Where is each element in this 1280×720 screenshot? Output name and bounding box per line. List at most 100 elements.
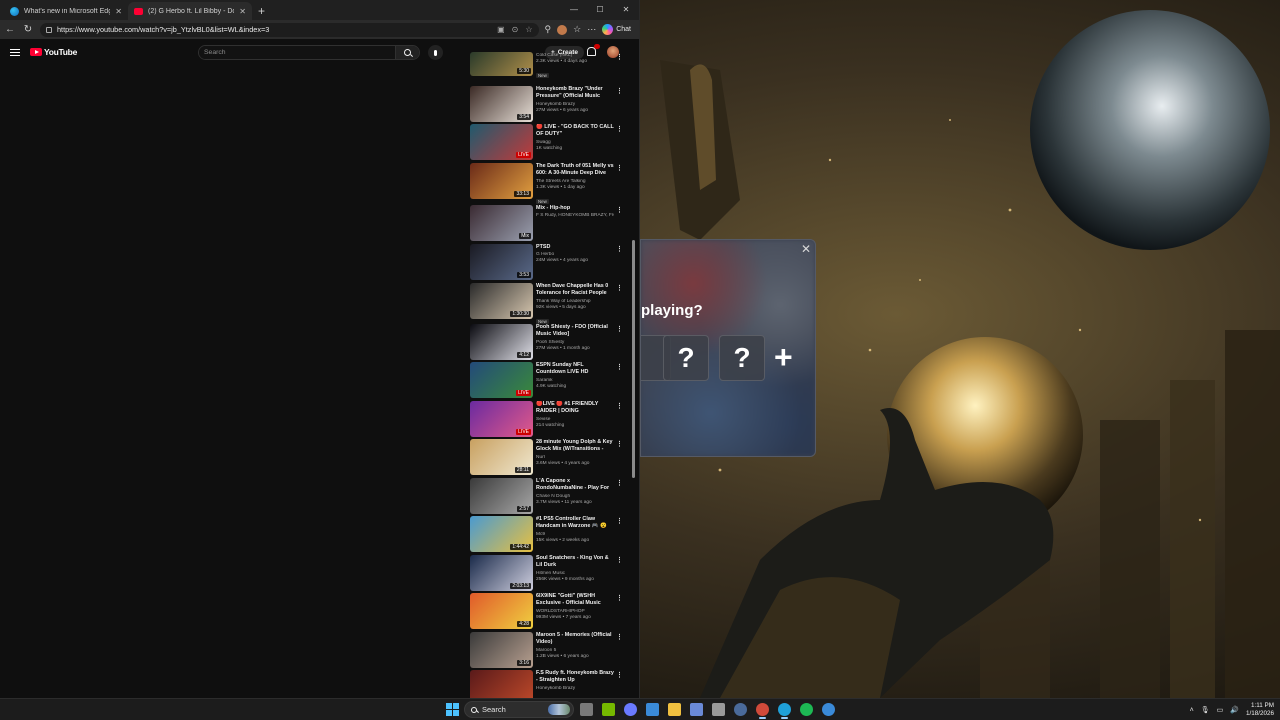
channel-name[interactable]: G Herbo — [536, 252, 614, 257]
video-thumbnail[interactable]: 1:44:42 — [470, 516, 533, 552]
recommendation-item[interactable]: 4:12 Pooh Shiesty - FDO [Official Music V… — [470, 324, 628, 360]
video-thumbnail[interactable]: 33:13 — [470, 163, 533, 199]
video-title[interactable]: PTSD — [536, 244, 614, 251]
video-title[interactable]: Soul Snatchers - King Von & Lil Durk — [536, 555, 614, 570]
video-title[interactable]: #1 PS5 Controller Claw Handcam in Warzon… — [536, 516, 614, 531]
copilot-chat-button[interactable]: Chat — [602, 24, 635, 35]
video-title[interactable]: Maroon 5 - Memories (Official Video) — [536, 632, 614, 647]
page-scrollbar[interactable] — [631, 58, 636, 694]
channel-name[interactable]: Honeykomb Brazy — [536, 102, 614, 107]
taskbar-search[interactable]: Search — [464, 701, 574, 718]
video-thumbnail[interactable]: 4:28 — [470, 593, 533, 629]
site-info-icon[interactable] — [46, 26, 52, 33]
video-title[interactable]: L'A Capone x RondoNumbaNine - Play For K… — [536, 478, 614, 493]
store-icon[interactable] — [690, 703, 703, 716]
more-actions-icon[interactable]: ⋮ — [616, 207, 623, 214]
recommendation-item[interactable]: 4:28 6IX9INE "Gotti" (WSHH Exclusive - Of… — [470, 593, 628, 629]
video-title[interactable]: Mix - Hip-hop — [536, 205, 614, 212]
video-title[interactable]: Honeykomb Brazy "Under Pressure" (Offici… — [536, 86, 614, 101]
recommendation-item[interactable]: 3:53 PTSD G Herbo 24M views • 4 years ago ⋮ — [470, 244, 628, 280]
recommendation-item[interactable]: 1:44:42 #1 PS5 Controller Claw Handcam in… — [470, 516, 628, 552]
recommendation-item[interactable]: LIVE ESPN Sunday NFL Countdown LIVE HD 01… — [470, 362, 628, 398]
youtube-search-button[interactable] — [395, 46, 419, 59]
extensions-icon[interactable]: ⚲ — [545, 24, 552, 35]
favorites-icon[interactable]: ☆ — [573, 24, 581, 35]
video-title[interactable]: 🔴LIVE 🔴 #1 FRIENDLY RAIDER | DOING CHALL… — [536, 401, 614, 416]
channel-name[interactable]: WORLDSTARHIPHOP — [536, 609, 614, 614]
profile-avatar[interactable] — [557, 24, 568, 35]
recommendation-item[interactable]: 33:13 The Dark Truth of 051 Melly vs 600:… — [470, 163, 628, 204]
more-actions-icon[interactable]: ⋮ — [616, 595, 623, 602]
more-actions-icon[interactable]: ⋮ — [616, 518, 623, 525]
recommendation-item[interactable]: 3:16 Maroon 5 - Memories (Official Video)… — [470, 632, 628, 668]
channel-name[interactable]: Sevise — [536, 417, 614, 422]
overlay-add-button[interactable]: + — [774, 340, 793, 374]
more-actions-icon[interactable]: ⋮ — [616, 126, 623, 133]
channel-name[interactable]: Nurl — [536, 455, 614, 460]
zoom-icon[interactable]: ⊙ — [512, 25, 519, 34]
video-title[interactable]: F.S Rudy ft. Honeykomb Brazy - Straighte… — [536, 670, 614, 685]
more-actions-icon[interactable]: ⋮ — [616, 441, 623, 448]
youtube-search-input[interactable]: Search — [199, 46, 395, 59]
video-thumbnail[interactable]: LIVE — [470, 124, 533, 160]
overlay-close-button[interactable]: ✕ — [801, 242, 811, 256]
video-thumbnail[interactable]: 3:54 — [470, 86, 533, 122]
video-title[interactable]: 6IX9INE "Gotti" (WSHH Exclusive - Offici… — [536, 593, 614, 608]
spotify-icon[interactable] — [800, 703, 813, 716]
channel-name[interactable]: Honeykomb Brazy — [536, 686, 614, 691]
video-thumbnail[interactable]: 28:11 — [470, 439, 533, 475]
video-title[interactable]: When Dave Chappelle Has 0 Tolerance for … — [536, 283, 614, 298]
notes-icon[interactable] — [646, 703, 659, 716]
channel-name[interactable]: Hitmen Music — [536, 571, 614, 576]
recommendation-item[interactable]: Mix Mix - Hip-hop F S Rudy, HONEYKOMB BRAZ… — [470, 205, 628, 241]
app-available-icon[interactable]: ▣ — [497, 25, 505, 34]
chrome-icon[interactable] — [756, 703, 769, 719]
edge-icon[interactable] — [778, 703, 791, 719]
nvidia-icon[interactable] — [602, 703, 615, 716]
more-actions-icon[interactable]: ⋮ — [616, 364, 623, 371]
video-thumbnail[interactable]: Mix — [470, 205, 533, 241]
video-title[interactable]: 28 minute Young Dolph & Key Glock Mix (W… — [536, 439, 614, 454]
minimize-button[interactable]: — — [561, 0, 587, 20]
volume-icon[interactable]: 🔊 — [1230, 706, 1239, 714]
close-window-button[interactable]: ✕ — [613, 0, 639, 20]
menu-icon[interactable] — [10, 48, 20, 56]
video-thumbnail[interactable]: LIVE — [470, 362, 533, 398]
recommendation-item[interactable]: LIVE 🔴LIVE 🔴 #1 FRIENDLY RAIDER | DOING C… — [470, 401, 628, 437]
video-thumbnail[interactable]: 4:12 — [470, 324, 533, 360]
show-hidden-icons-icon[interactable]: ˄ — [1190, 707, 1194, 714]
more-actions-icon[interactable]: ⋮ — [616, 634, 623, 641]
more-actions-icon[interactable]: ⋮ — [616, 88, 623, 95]
channel-name[interactable]: Maroon 5 — [536, 648, 614, 653]
channel-name[interactable]: Chase N Dough — [536, 494, 614, 499]
video-thumbnail[interactable]: 3:16 — [470, 632, 533, 668]
channel-name[interactable]: Swagg — [536, 140, 614, 145]
channel-name[interactable]: Thank Way of Leadership — [536, 299, 614, 304]
refresh-button[interactable]: ↻ — [22, 24, 34, 35]
recommendation-item[interactable]: 28:11 28 minute Young Dolph & Key Glock M… — [470, 439, 628, 475]
steam-icon[interactable] — [734, 703, 747, 716]
video-thumbnail[interactable]: LIVE — [470, 401, 533, 437]
recommendation-item[interactable]: 1:30:30 When Dave Chappelle Has 0 Toleran… — [470, 283, 628, 324]
more-actions-icon[interactable]: ⋮ — [616, 165, 623, 172]
youtube-logo[interactable]: YouTube — [30, 47, 77, 57]
close-tab-icon[interactable]: ✕ — [239, 7, 246, 16]
more-actions-icon[interactable]: ⋮ — [616, 246, 623, 253]
edge-beta-icon[interactable] — [822, 703, 835, 716]
video-title[interactable]: 🔴 LIVE - "GO BACK TO CALL OF DUTY" — [536, 124, 614, 139]
settings-icon[interactable] — [712, 703, 725, 716]
tab-whats-new[interactable]: What's new in Microsoft Edge ✕ — [4, 2, 128, 20]
overlay-slot-2[interactable]: ? — [719, 335, 765, 381]
more-actions-icon[interactable]: ⋮ — [616, 672, 623, 679]
more-actions-icon[interactable]: ⋮ — [616, 403, 623, 410]
overlay-slot-1[interactable]: ? — [663, 335, 709, 381]
more-actions-icon[interactable]: ⋮ — [616, 480, 623, 487]
tab-youtube[interactable]: (2) G Herbo ft. Lil Bibby - Don't Wo ✕ — [128, 2, 252, 20]
video-title[interactable]: ESPN Sunday NFL Countdown LIVE HD 01/18/… — [536, 362, 614, 377]
recommendation-item[interactable]: LIVE 🔴 LIVE - "GO BACK TO CALL OF DUTY" Sw… — [470, 124, 628, 160]
video-thumbnail[interactable]: 3:53 — [470, 244, 533, 280]
video-thumbnail[interactable]: 5:30 — [470, 52, 533, 76]
more-actions-icon[interactable]: ⋮ — [616, 557, 623, 564]
start-button[interactable] — [446, 703, 459, 716]
more-options-icon[interactable]: ⋯ — [587, 24, 596, 35]
